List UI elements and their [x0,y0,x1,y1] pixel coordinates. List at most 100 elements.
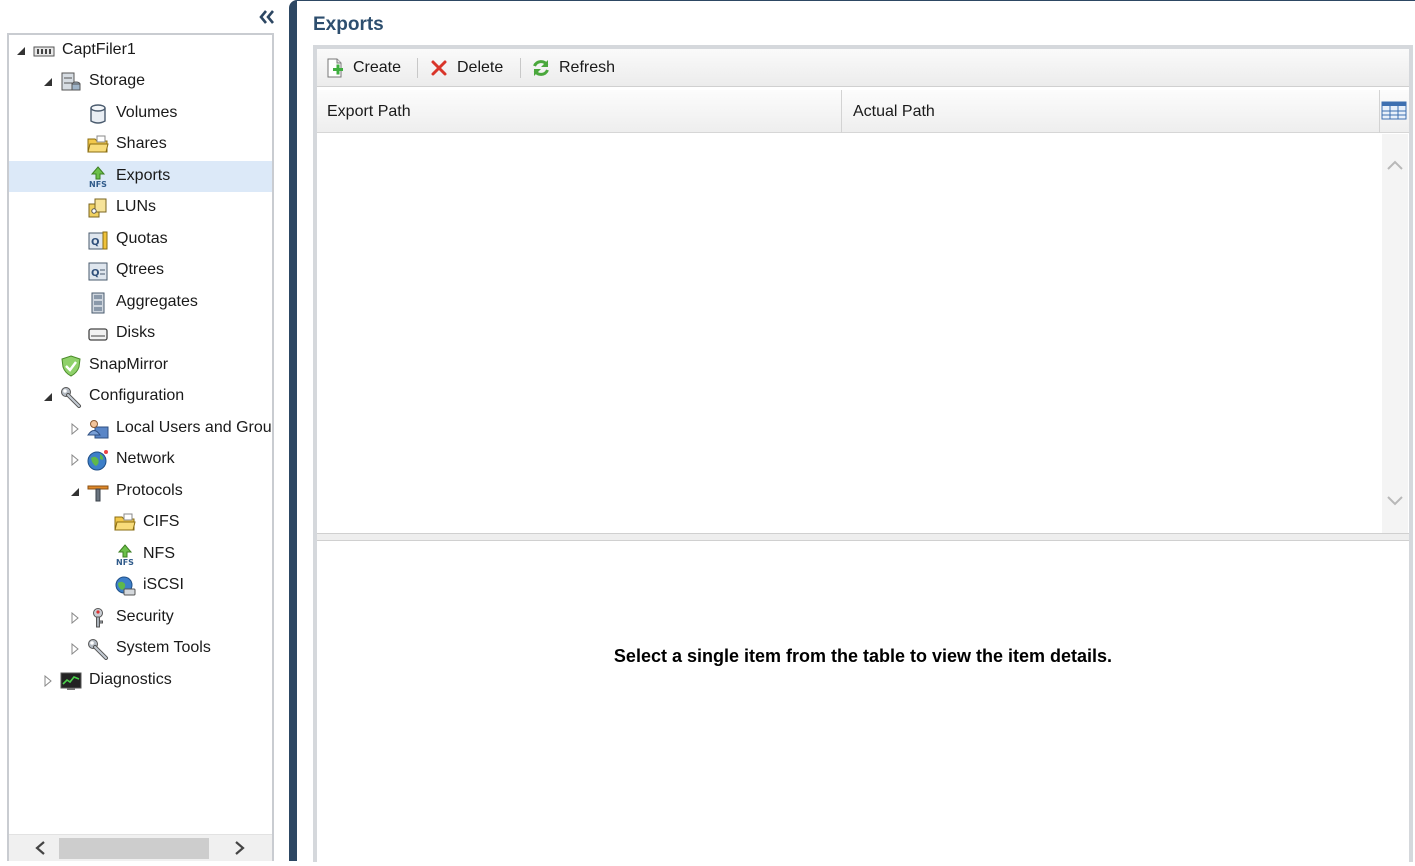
svg-text:Q: Q [91,268,100,279]
cifs-folder-icon [114,513,136,531]
aggregate-icon [91,292,105,314]
tree-item-aggregates[interactable]: Aggregates [9,287,272,318]
table-header: Export Path Actual Path [317,90,1409,133]
tree-item-local-users-and-groups[interactable]: Local Users and Grou [9,413,272,444]
tree-item-luns[interactable]: LUNs [9,192,272,223]
delete-label: Delete [457,59,504,76]
expanded-arrow-icon[interactable] [69,486,81,498]
delete-x-icon [431,60,447,76]
expanded-arrow-icon[interactable] [42,76,54,88]
tree-horizontal-scrollbar[interactable] [9,834,272,861]
tree-item-label: Qtrees [116,261,165,278]
shares-folder-icon [87,135,109,153]
tree-item-label: NFS [143,545,175,562]
tree-item-system-tools[interactable]: System Tools [9,633,272,664]
svg-text:NFS: NFS [89,180,107,188]
svg-text:Q: Q [91,237,100,248]
tree-item-label: System Tools [116,639,211,656]
snapmirror-shield-icon [61,355,81,377]
tree-item-label: Disks [116,324,156,341]
navigation-tree: CaptFiler1 Storage Volumes Shares NFS Ex… [7,33,274,861]
collapsed-arrow-icon[interactable] [69,612,81,624]
tree-item-volumes[interactable]: Volumes [9,98,272,129]
tree-item-configuration[interactable]: Configuration [9,381,272,412]
tree-item-label: Configuration [89,387,185,404]
collapse-panel-icon[interactable] [256,6,278,28]
tree-item-diagnostics[interactable]: Diagnostics [9,665,272,696]
column-header-label: Actual Path [853,102,935,120]
tree-item-snapmirror[interactable]: SnapMirror [9,350,272,381]
column-header-actual-path[interactable]: Actual Path [843,90,1380,133]
diagnostics-monitor-icon [60,672,82,690]
quota-icon: Q [88,231,108,250]
navigation-panel: CaptFiler1 Storage Volumes Shares NFS Ex… [0,0,284,861]
collapsed-arrow-icon[interactable] [69,423,81,435]
scroll-down-icon[interactable] [1385,490,1405,510]
create-button[interactable]: Create [325,54,401,82]
refresh-button[interactable]: Refresh [531,54,615,82]
tree-item-label: CaptFiler1 [62,41,136,58]
tree-item-protocols[interactable]: Protocols [9,476,272,507]
collapsed-arrow-icon[interactable] [42,675,54,687]
collapsed-arrow-icon[interactable] [69,454,81,466]
tree-item-disks[interactable]: Disks [9,318,272,349]
delete-button[interactable]: Delete [429,54,503,82]
page-title: Exports [313,14,384,35]
tree-item-label: Local Users and Grou [116,419,272,436]
expanded-arrow-icon[interactable] [15,45,27,57]
refresh-icon [533,60,549,76]
security-key-icon [93,608,103,628]
tree-item-label: Volumes [116,104,178,121]
scroll-up-icon[interactable] [1385,156,1405,176]
details-empty-message: Select a single item from the table to v… [613,646,1113,666]
panel-splitter[interactable] [289,0,297,861]
tree-item-captfiler1[interactable]: CaptFiler1 [9,35,272,66]
tree-item-network[interactable]: Network [9,444,272,475]
tree-item-label: iSCSI [143,576,184,593]
nfs-icon: NFS [116,544,134,566]
column-chooser-icon[interactable] [1381,99,1407,123]
details-pane: Select a single item from the table to v… [317,541,1409,866]
disk-icon [88,328,108,341]
tree-item-nfs[interactable]: NFS NFS [9,539,272,570]
storage-icon [61,72,81,91]
tree-item-label: Exports [116,167,171,184]
wrench-icon [61,387,81,408]
globe-icon [87,450,108,471]
tree-item-label: LUNs [116,198,157,215]
tree-item-label: Security [116,608,174,625]
scrollbar-thumb[interactable] [59,838,209,859]
system-tools-icon [88,639,108,660]
users-groups-icon [87,420,109,439]
column-header-export-path[interactable]: Export Path [317,90,842,133]
tree-item-security[interactable]: Security [9,602,272,633]
column-header-label: Export Path [327,102,411,120]
tree-item-cifs[interactable]: CIFS [9,507,272,538]
lun-icon [88,198,107,218]
scroll-left-icon[interactable] [29,837,53,859]
tree-item-qtrees[interactable]: Q Qtrees [9,255,272,286]
toolbar-separator [520,58,521,78]
tree-item-quotas[interactable]: Q Quotas [9,224,272,255]
create-icon [327,58,343,78]
tree-item-storage[interactable]: Storage [9,66,272,97]
table-body[interactable] [317,134,1409,533]
tree-item-label: Aggregates [116,293,198,310]
svg-text:NFS: NFS [116,558,134,566]
expanded-arrow-icon[interactable] [42,391,54,403]
toolbar-separator [417,58,418,78]
scroll-right-icon[interactable] [227,837,251,859]
qtree-icon: Q [88,262,108,281]
exports-panel: Create Delete Refresh Export Path Actual… [313,45,1413,866]
tree-item-iscsi[interactable]: iSCSI [9,570,272,601]
tree-item-exports[interactable]: NFS Exports [9,161,272,192]
tree-item-label: Network [116,450,175,467]
tree-item-label: Quotas [116,230,168,247]
details-splitter[interactable] [317,533,1409,541]
tree-item-shares[interactable]: Shares [9,129,272,160]
tree-item-label: Storage [89,72,146,89]
table-vertical-scrollbar[interactable] [1382,134,1408,533]
collapsed-arrow-icon[interactable] [69,643,81,655]
nfs-export-icon: NFS [89,166,107,188]
filer-icon [33,46,55,57]
